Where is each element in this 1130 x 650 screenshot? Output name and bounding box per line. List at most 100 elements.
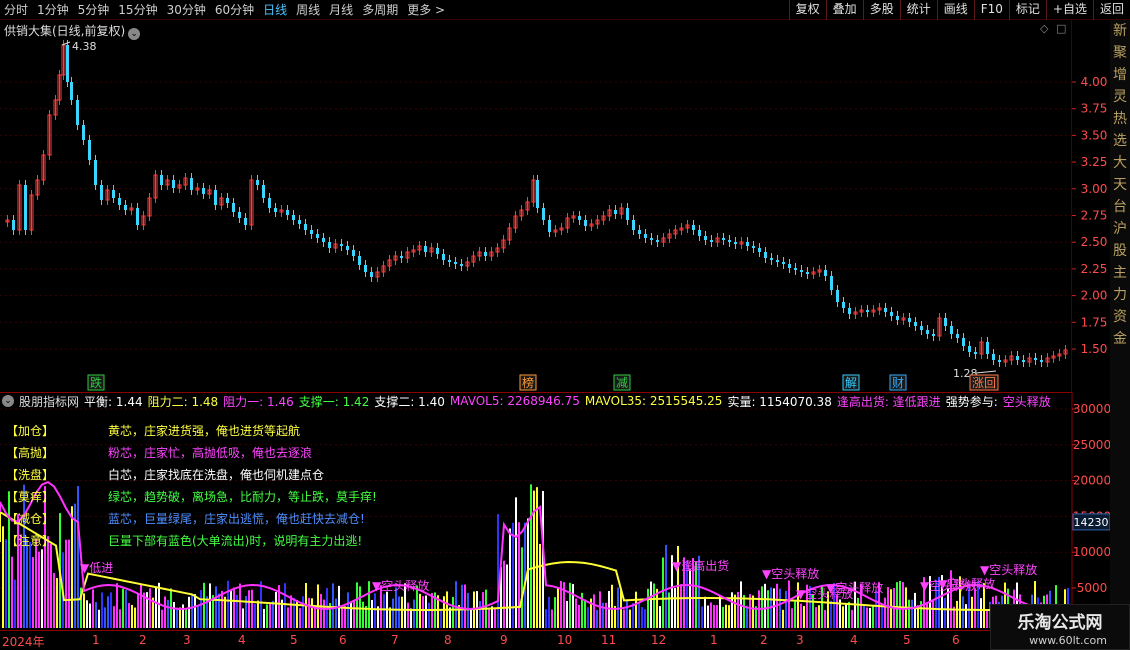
volume-bar bbox=[869, 607, 871, 628]
volume-bar bbox=[788, 580, 790, 628]
volume-bar bbox=[113, 606, 115, 628]
chevron-down-icon[interactable]: ⌄ bbox=[2, 395, 14, 407]
period-tab-1[interactable]: 1分钟 bbox=[37, 2, 69, 18]
price-axis-label: 1.50 bbox=[1081, 342, 1108, 356]
volume-bar bbox=[851, 609, 853, 628]
event-marker-label: 涨回 bbox=[972, 375, 996, 390]
volume-bar bbox=[845, 604, 847, 628]
candle-body bbox=[842, 302, 845, 308]
volume-bar bbox=[353, 600, 355, 628]
side-strip-char[interactable]: 主 bbox=[1110, 262, 1130, 284]
side-strip-char[interactable]: 选 bbox=[1110, 130, 1130, 152]
signal-label: ▼空头释放 bbox=[796, 586, 853, 601]
period-tab-0[interactable]: 分时 bbox=[4, 2, 28, 18]
candle-body bbox=[962, 338, 965, 346]
volume-bar bbox=[818, 605, 820, 628]
toolbar-button-4[interactable]: 画线 bbox=[936, 0, 974, 20]
side-strip-char[interactable]: 资 bbox=[1110, 306, 1130, 328]
toolbar-button-5[interactable]: F10 bbox=[973, 0, 1009, 20]
volume-bar bbox=[452, 597, 454, 628]
legend-row: 【高抛】 粉芯，庄家忙，高抛低吸，俺也去逐浪 bbox=[6, 441, 377, 463]
volume-bar bbox=[773, 588, 775, 628]
candle-body bbox=[76, 100, 79, 125]
volume-bar bbox=[263, 608, 265, 628]
side-strip-char[interactable]: 力 bbox=[1110, 284, 1130, 306]
side-strip-char[interactable]: 沪 bbox=[1110, 218, 1130, 240]
side-strip-char[interactable]: 热 bbox=[1110, 108, 1130, 130]
toolbar-button-2[interactable]: 多股 bbox=[862, 0, 900, 20]
candle-body bbox=[292, 215, 295, 220]
toolbar-button-1[interactable]: 叠加 bbox=[825, 0, 863, 20]
side-strip-char[interactable]: 聚 bbox=[1110, 42, 1130, 64]
volume-bar bbox=[857, 597, 859, 628]
volume-bar bbox=[347, 592, 349, 628]
toolbar-button-7[interactable]: +自选 bbox=[1045, 0, 1093, 20]
chevron-down-icon[interactable]: ⌄ bbox=[128, 28, 141, 40]
candle-body bbox=[202, 188, 205, 194]
volume-bar bbox=[344, 605, 346, 628]
candlestick-chart[interactable]: 4.00 3.75 3.50 3.25 3.00 2.75 2.50 2.25 2.00 1.75… bbox=[0, 20, 1130, 392]
square-icon[interactable]: □ bbox=[1056, 22, 1066, 35]
candle-body bbox=[340, 244, 343, 246]
period-tab-7[interactable]: 周线 bbox=[296, 2, 320, 18]
side-strip-char[interactable]: 灵 bbox=[1110, 86, 1130, 108]
indicator-name[interactable]: 股朋指标网 bbox=[19, 393, 79, 410]
volume-bar bbox=[269, 603, 271, 628]
candle-body bbox=[136, 208, 139, 225]
toolbar-button-0[interactable]: 复权 bbox=[788, 0, 826, 20]
side-strip-char[interactable]: 台 bbox=[1110, 196, 1130, 218]
period-tab-8[interactable]: 月线 bbox=[329, 2, 353, 18]
side-strip-char[interactable]: 大 bbox=[1110, 152, 1130, 174]
indicator-value-2: 阻力一: 1.46 bbox=[223, 394, 294, 409]
price-chart-panel[interactable]: 4.00 3.75 3.50 3.25 3.00 2.75 2.50 2.25 2.00 1.75… bbox=[0, 20, 1130, 392]
volume-bar bbox=[848, 601, 850, 628]
diamond-icon[interactable]: ◇ bbox=[1040, 22, 1049, 35]
volume-bar bbox=[302, 596, 304, 628]
period-tab-3[interactable]: 15分钟 bbox=[118, 2, 157, 18]
volume-bar bbox=[56, 578, 58, 628]
time-axis-label: 1 bbox=[92, 633, 100, 647]
volume-bar bbox=[161, 609, 163, 628]
toolbar-button-6[interactable]: 标记 bbox=[1008, 0, 1046, 20]
period-tab-5[interactable]: 60分钟 bbox=[215, 2, 254, 18]
candle-body bbox=[728, 240, 731, 242]
volume-bar bbox=[290, 595, 292, 628]
volume-bar bbox=[539, 543, 541, 628]
volume-axis-label: 10000 bbox=[1073, 545, 1111, 559]
volume-bar bbox=[440, 609, 442, 628]
stock-title: 供销大集(日线,前复权) ⌄ bbox=[4, 22, 141, 40]
volume-bar bbox=[107, 596, 109, 628]
volume-bar bbox=[53, 573, 55, 628]
volume-bar bbox=[881, 604, 883, 628]
candle-body bbox=[764, 252, 767, 258]
volume-bar bbox=[359, 586, 361, 628]
side-strip-char[interactable]: 金 bbox=[1110, 328, 1130, 350]
candle-body bbox=[950, 326, 953, 334]
candle-body bbox=[536, 180, 539, 208]
candle-body bbox=[632, 220, 635, 230]
volume-bar bbox=[101, 592, 103, 628]
side-strip-char[interactable]: 股 bbox=[1110, 240, 1130, 262]
indicator-value-5: MAVOL5: 2268946.75 bbox=[449, 394, 580, 408]
time-axis-label: 9 bbox=[500, 633, 508, 647]
period-tab-9[interactable]: 多周期 bbox=[362, 2, 398, 18]
side-strip-char[interactable]: 增 bbox=[1110, 64, 1130, 86]
period-tab-6[interactable]: 日线 bbox=[263, 2, 287, 18]
volume-bar bbox=[605, 602, 607, 628]
event-marker-label: 榜 bbox=[522, 375, 534, 390]
volume-axis-label: 30000 bbox=[1073, 402, 1111, 416]
indicator-panel[interactable]: 3000025000200001500010000500014230▼低进▼逢高… bbox=[0, 392, 1130, 632]
candle-body bbox=[124, 205, 127, 210]
volume-bar bbox=[914, 592, 916, 628]
toolbar-button-3[interactable]: 统计 bbox=[899, 0, 937, 20]
period-tab-2[interactable]: 5分钟 bbox=[78, 2, 110, 18]
period-tab-10[interactable]: 更多 > bbox=[407, 2, 445, 18]
toolbar-button-8[interactable]: 返回 bbox=[1092, 0, 1130, 20]
candle-body bbox=[454, 262, 457, 264]
candle-body bbox=[992, 354, 995, 360]
candle-body bbox=[650, 238, 653, 240]
volume-bar bbox=[119, 609, 121, 628]
side-strip-char[interactable]: 新 bbox=[1110, 20, 1130, 42]
side-strip-char[interactable]: 天 bbox=[1110, 174, 1130, 196]
period-tab-4[interactable]: 30分钟 bbox=[167, 2, 206, 18]
